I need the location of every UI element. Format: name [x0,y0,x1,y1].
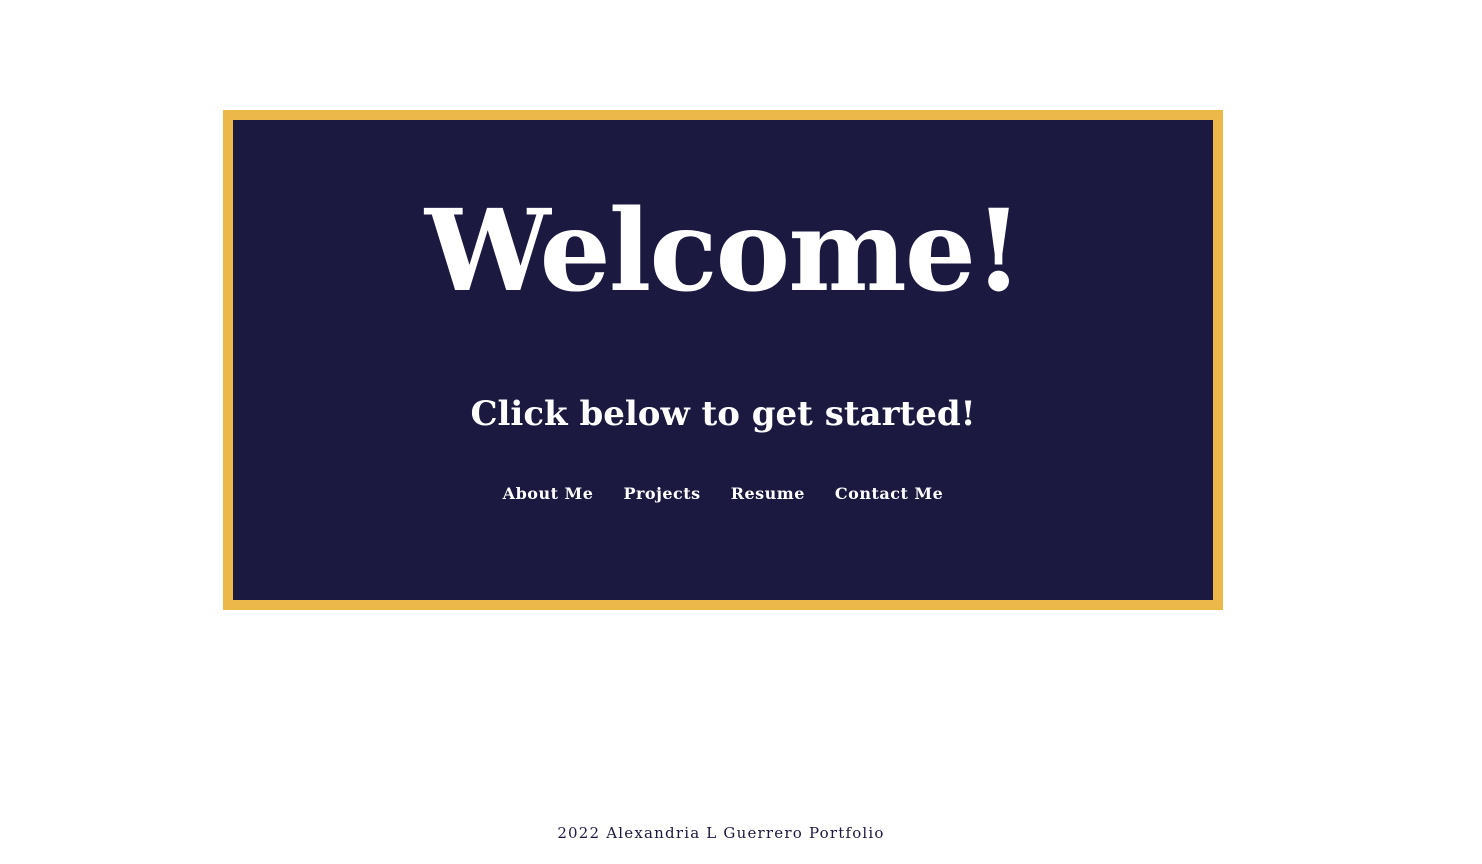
nav-link-about-me[interactable]: About Me [503,482,594,506]
footer-copyright: 2022 Alexandria L Guerrero Portfolio [557,824,885,842]
nav-link-resume[interactable]: Resume [731,482,805,506]
page-title: Welcome! [424,186,1023,317]
hero-panel: Welcome! Click below to get started! Abo… [223,110,1223,610]
hero-subtitle: Click below to get started! [470,394,976,434]
main-nav: About Me Projects Resume Contact Me [233,482,1213,506]
nav-link-contact-me[interactable]: Contact Me [835,482,943,506]
nav-link-projects[interactable]: Projects [623,482,700,506]
